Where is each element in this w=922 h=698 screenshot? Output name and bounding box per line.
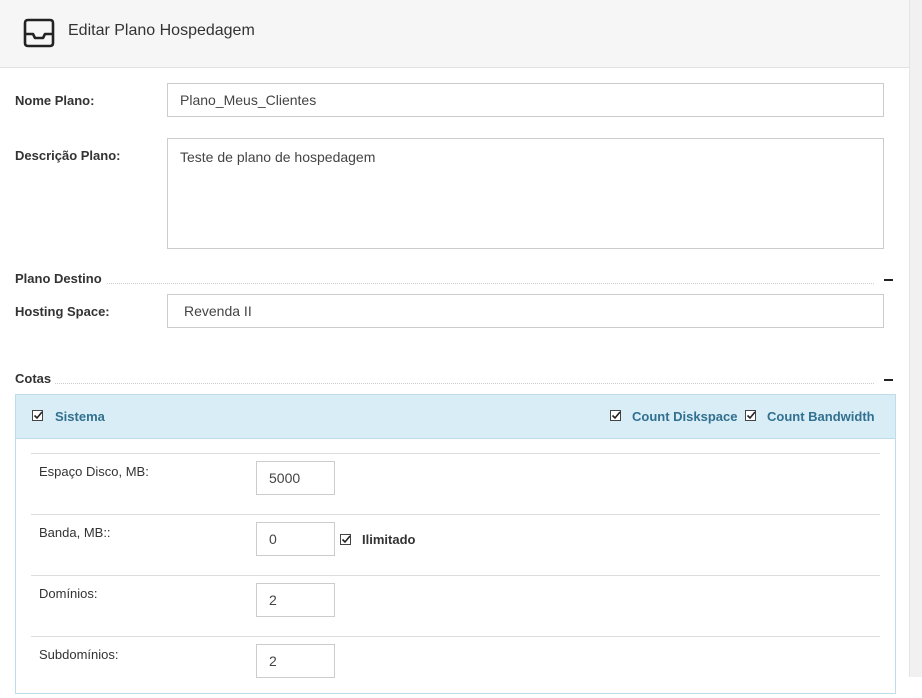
quota-input[interactable]: 2 bbox=[256, 644, 335, 678]
count-diskspace-checkbox[interactable] bbox=[610, 410, 621, 421]
plano-destino-section-header: Plano Destino bbox=[15, 271, 896, 289]
page-header: Editar Plano Hospedagem bbox=[0, 0, 910, 68]
descricao-plano-label: Descrição Plano: bbox=[15, 148, 121, 163]
page-title: Editar Plano Hospedagem bbox=[68, 22, 255, 39]
quota-group-header: Sistema Count Diskspace Count Bandwidth bbox=[16, 395, 895, 439]
plano-destino-title: Plano Destino bbox=[15, 271, 102, 286]
unlimited-checkbox[interactable] bbox=[340, 534, 351, 545]
section-divider bbox=[55, 383, 874, 384]
checkmark-icon bbox=[341, 535, 351, 544]
quota-input[interactable]: 2 bbox=[256, 583, 335, 617]
quota-label: Banda, MB:: bbox=[39, 525, 111, 540]
section-divider bbox=[107, 283, 874, 284]
quota-label: Domínios: bbox=[39, 586, 98, 601]
count-bandwidth-checkbox[interactable] bbox=[745, 410, 756, 421]
hosting-space-label: Hosting Space: bbox=[15, 304, 110, 319]
cotas-title: Cotas bbox=[15, 371, 52, 386]
hosting-space-select[interactable]: Revenda II bbox=[167, 294, 884, 328]
count-bandwidth-label[interactable]: Count Bandwidth bbox=[767, 409, 875, 424]
checkmark-icon bbox=[33, 411, 43, 420]
count-diskspace-label[interactable]: Count Diskspace bbox=[632, 409, 737, 424]
descricao-plano-textarea[interactable]: Teste de plano de hospedagem bbox=[167, 138, 884, 249]
sistema-checkbox[interactable] bbox=[32, 410, 43, 421]
quota-input[interactable]: 5000 bbox=[256, 461, 335, 495]
sistema-label[interactable]: Sistema bbox=[55, 409, 105, 424]
quota-label: Espaço Disco, MB: bbox=[39, 464, 149, 479]
checkmark-icon bbox=[746, 411, 756, 420]
quota-row-domains: Domínios: 2 bbox=[31, 575, 880, 637]
unlimited-label[interactable]: Ilimitado bbox=[362, 532, 415, 547]
quota-row-bandwidth: Banda, MB:: 0 Ilimitado bbox=[31, 514, 880, 576]
checkmark-icon bbox=[611, 411, 621, 420]
collapse-icon[interactable] bbox=[884, 279, 893, 281]
quota-group-panel: Sistema Count Diskspace Count Bandwidth … bbox=[15, 394, 896, 694]
collapse-icon[interactable] bbox=[884, 379, 893, 381]
nome-plano-label: Nome Plano: bbox=[15, 93, 95, 108]
scrollbar[interactable] bbox=[909, 0, 922, 677]
cotas-section-header: Cotas bbox=[15, 371, 896, 389]
quota-label: Subdomínios: bbox=[39, 647, 119, 662]
nome-plano-input[interactable] bbox=[167, 83, 884, 117]
quota-input[interactable]: 0 bbox=[256, 522, 335, 556]
quota-row-disk: Espaço Disco, MB: 5000 bbox=[31, 453, 880, 515]
inbox-icon bbox=[23, 18, 55, 48]
quota-row-subdomains: Subdomínios: 2 bbox=[31, 636, 880, 698]
